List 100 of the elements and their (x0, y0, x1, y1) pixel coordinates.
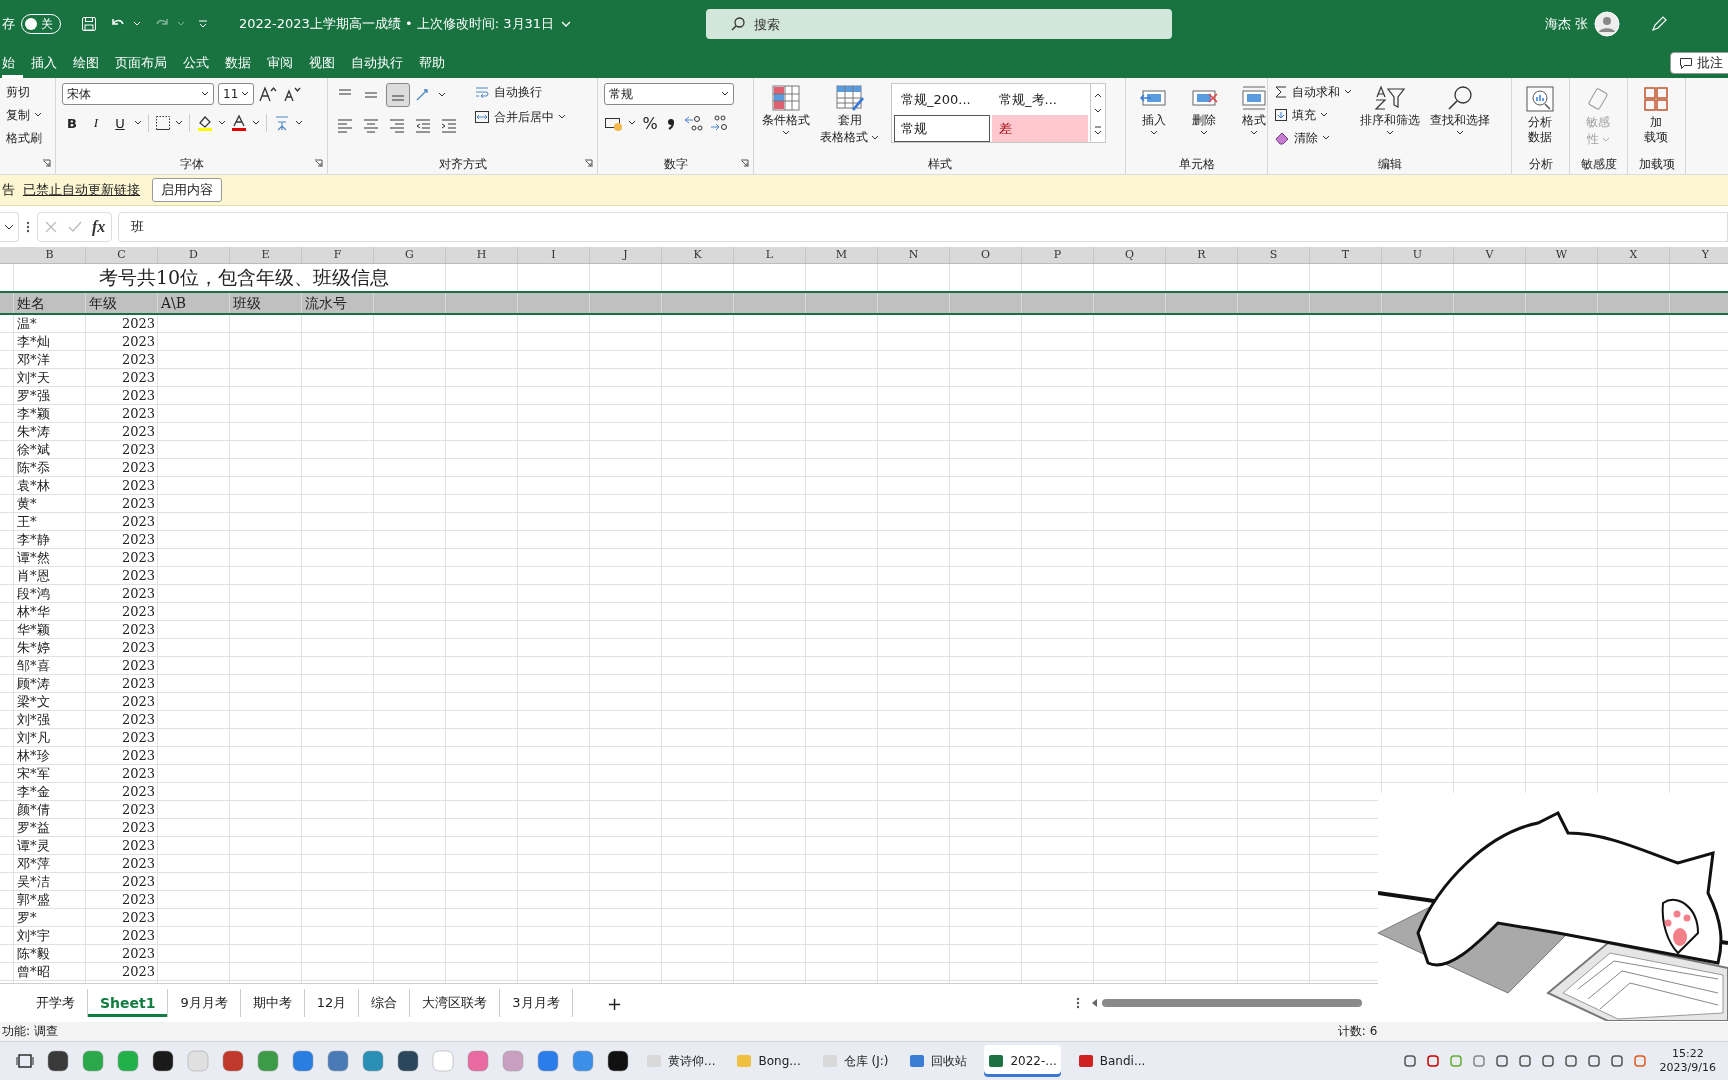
column-header[interactable]: V (1454, 247, 1526, 263)
menu-tab[interactable]: 数据 (217, 48, 259, 78)
tray-icon[interactable] (1586, 1054, 1601, 1068)
column-header[interactable]: I (518, 247, 590, 263)
taskbar-app[interactable]: Bong... (732, 1045, 805, 1077)
menu-tab[interactable]: 帮助 (411, 48, 453, 78)
sheet-tab[interactable]: 3月月考 (500, 989, 573, 1017)
task-view-icon[interactable] (16, 1052, 34, 1070)
number-format-field[interactable]: 常规 (604, 83, 734, 105)
caret-icon[interactable] (628, 120, 636, 126)
align-icon[interactable] (386, 83, 410, 107)
taskbar-app[interactable]: 回收站 (905, 1045, 972, 1077)
clock-date[interactable]: 2023/9/16 (1659, 1061, 1716, 1075)
formula-field[interactable]: 班 (118, 212, 1728, 242)
auto-update-link[interactable]: 已禁止自动更新链接 (23, 181, 140, 199)
delete-cells-button[interactable]: 删除 (1182, 83, 1226, 138)
taskbar-app[interactable]: 仓库 (J:) (817, 1045, 893, 1077)
document-title[interactable]: 2022-2023上学期高一成绩 • 上次修改时间: 3月31日 (239, 15, 555, 33)
horizontal-scrollbar[interactable] (1092, 997, 1362, 1009)
column-header[interactable]: C (86, 247, 158, 263)
search-field[interactable]: 搜索 (706, 9, 1173, 39)
percent-button[interactable]: % (640, 112, 660, 134)
table-format-button[interactable]: 套用 表格格式 (818, 83, 881, 147)
decrease-decimal-icon[interactable] (708, 113, 730, 133)
column-header[interactable]: W (1526, 247, 1598, 263)
column-header[interactable]: E (230, 247, 302, 263)
bold-button[interactable]: B (62, 112, 82, 134)
column-header[interactable]: S (1238, 247, 1310, 263)
sort-filter-button[interactable]: 排序和筛选 (1358, 83, 1422, 138)
tray-icon[interactable] (1632, 1054, 1647, 1068)
sheet-tab[interactable]: 9月月考 (168, 989, 241, 1017)
caret-icon[interactable] (1320, 112, 1328, 118)
column-header[interactable]: Y (1670, 247, 1728, 263)
launcher-icon[interactable] (584, 159, 593, 168)
find-select-button[interactable]: 查找和选择 (1428, 83, 1492, 138)
column-header[interactable]: H (446, 247, 518, 263)
column-header[interactable]: J (590, 247, 662, 263)
caret-icon[interactable] (134, 120, 142, 126)
caret-icon[interactable] (175, 120, 183, 126)
format-cells-button[interactable]: 格式 (1232, 83, 1276, 138)
menu-tab[interactable]: 绘图 (65, 48, 107, 78)
menu-tab[interactable]: 公式 (175, 48, 217, 78)
more-icon[interactable] (1076, 996, 1080, 1010)
sheet-tab[interactable]: 大湾区联考 (410, 989, 501, 1017)
italic-button[interactable]: I (86, 112, 106, 134)
column-header[interactable]: N (878, 247, 950, 263)
save-icon[interactable] (81, 16, 97, 32)
tray-icon[interactable] (1402, 1054, 1417, 1068)
menu-tab[interactable]: 审阅 (259, 48, 301, 78)
shrink-font-icon[interactable] (282, 85, 302, 103)
taskbar-app[interactable]: Bandi... (1073, 1045, 1150, 1077)
chevron-icon[interactable] (560, 20, 573, 28)
caret-icon[interactable] (218, 120, 226, 126)
caret-icon[interactable] (558, 114, 566, 120)
sheet-tab[interactable]: 期中考 (240, 989, 305, 1017)
enable-content-button[interactable]: 启用内容 (152, 178, 222, 202)
copy-button[interactable]: 复制 (6, 106, 30, 124)
column-header[interactable]: O (950, 247, 1022, 263)
insert-cells-button[interactable]: 插入 (1132, 83, 1176, 138)
menu-tab[interactable]: 页面布局 (107, 48, 175, 78)
launcher-icon[interactable] (314, 159, 323, 168)
caret-icon[interactable] (252, 120, 260, 126)
cut-button[interactable]: 剪切 (6, 83, 49, 101)
column-header[interactable]: X (1598, 247, 1670, 263)
format-painter-button[interactable]: 格式刷 (6, 129, 49, 147)
caret-icon[interactable] (295, 120, 303, 126)
column-header[interactable]: L (734, 247, 806, 263)
caret-icon[interactable] (1344, 89, 1352, 95)
app-icon[interactable] (47, 1050, 69, 1072)
app-icon[interactable] (152, 1050, 174, 1072)
column-header[interactable]: U (1382, 247, 1454, 263)
sheet-tab[interactable]: 综合 (359, 989, 411, 1017)
add-sheet-button[interactable]: + (602, 992, 627, 1014)
insert-function-button[interactable]: fx (92, 218, 106, 236)
user-name[interactable]: 海杰 张 (1545, 15, 1589, 33)
add-ins-button[interactable]: 加 载项 (1634, 83, 1678, 147)
column-header[interactable]: D (158, 247, 230, 263)
grow-font-icon[interactable] (258, 85, 278, 103)
menu-tab[interactable]: 自动执行 (343, 48, 411, 78)
check-icon[interactable] (68, 220, 82, 234)
taskbar-app[interactable]: 2022-... (984, 1045, 1061, 1077)
column-header[interactable]: Q (1094, 247, 1166, 263)
font-name-field[interactable]: 宋体 (62, 83, 214, 105)
column-header[interactable]: M (806, 247, 878, 263)
cell-style-option[interactable]: 差 (992, 115, 1088, 142)
taskbar-app[interactable]: 黄诗仰... (642, 1045, 720, 1077)
tray-icon[interactable] (1517, 1054, 1532, 1068)
column-header[interactable]: F (302, 247, 374, 263)
fill-color-icon[interactable] (196, 114, 214, 132)
font-size-field[interactable]: 11 (218, 83, 254, 105)
conditional-format-button[interactable]: 条件格式 (760, 83, 812, 138)
customize-icon[interactable] (197, 18, 209, 30)
cell-style-option[interactable]: 常规 (894, 115, 990, 142)
column-header[interactable]: T (1310, 247, 1382, 263)
merge-center-button[interactable]: 合并后居中 (474, 108, 554, 126)
underline-button[interactable]: U (110, 112, 130, 134)
tray-icon[interactable] (1540, 1054, 1555, 1068)
sheet-tab[interactable]: Sheet1 (88, 989, 169, 1017)
tray-icon[interactable] (1563, 1054, 1578, 1068)
launcher-icon[interactable] (740, 159, 749, 168)
